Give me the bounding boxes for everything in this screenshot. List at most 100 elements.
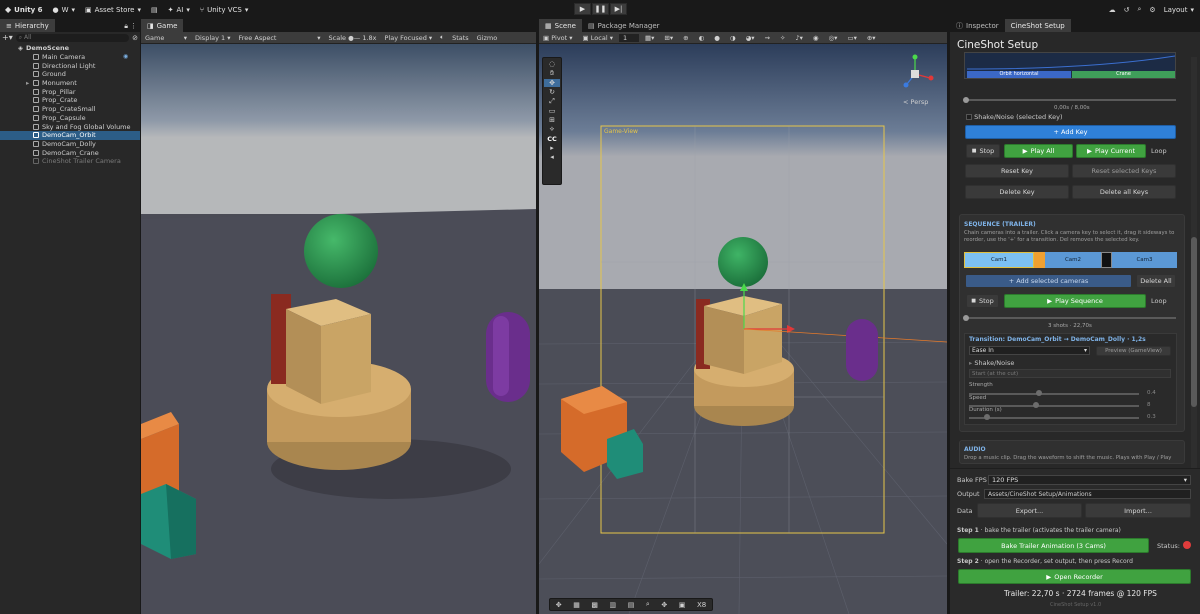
transition-key[interactable]	[1101, 252, 1112, 268]
cloud-icon[interactable]: ☁	[1109, 6, 1116, 14]
display-dropdown[interactable]: Display 1 ▾	[191, 34, 235, 42]
pivot-dropdown[interactable]: ▣ Pivot ▾	[539, 34, 577, 42]
play-button[interactable]: ▶	[574, 3, 591, 15]
list-item[interactable]: Ground	[0, 70, 140, 79]
scrollbar-thumb[interactable]	[1191, 237, 1197, 407]
lighting-icon[interactable]: ✧	[776, 34, 789, 42]
overlay-grid-icon[interactable]: ▦	[573, 601, 580, 609]
grid-snap-field[interactable]: 1	[618, 33, 639, 42]
local-dropdown[interactable]: ▣ Local ▾	[579, 34, 617, 42]
vcs-menu[interactable]: ⑂ Unity VCS ▾	[195, 0, 253, 19]
scene-root[interactable]: ◈ DemoScene	[0, 44, 140, 53]
list-item[interactable]: Sky and Fog Global Volume	[0, 122, 140, 131]
cam-key[interactable]: Cam1	[964, 252, 1034, 268]
next-icon[interactable]: ▸	[550, 144, 554, 152]
tab-package-manager[interactable]: ▤ Package Manager	[582, 19, 666, 32]
transition-key[interactable]	[1034, 252, 1045, 268]
duration-value[interactable]: 0.3	[1147, 414, 1156, 420]
cam-key[interactable]: Cam2	[1045, 252, 1101, 268]
export-button[interactable]: Export...	[977, 503, 1082, 518]
overlay-frame-icon[interactable]: ▣	[679, 601, 686, 609]
cc-toggle[interactable]: CC	[547, 135, 557, 143]
filter-icon[interactable]: ⊘	[132, 34, 138, 42]
shading-lit-icon[interactable]: ◑	[726, 34, 740, 42]
stop-button[interactable]: ■ Stop	[966, 144, 1000, 158]
timeline-segment-orbit[interactable]: Orbit horizontal	[967, 71, 1071, 78]
duration-knob[interactable]	[984, 414, 990, 420]
output-field[interactable]: Assets/CineShot Setup/Animations	[984, 489, 1191, 499]
persp-label[interactable]: < Persp	[903, 98, 928, 106]
camera-icon[interactable]: ▭▾	[843, 34, 860, 42]
tab-scene[interactable]: ▦ Scene	[539, 19, 582, 32]
more-icon[interactable]: ⋮	[130, 22, 137, 30]
sequence-stop-button[interactable]: ■ Stop	[966, 294, 999, 308]
lock-icon[interactable]: 🔒︎	[124, 22, 128, 31]
layout-menu[interactable]: Layout ▾	[1164, 0, 1194, 19]
list-item[interactable]: Directional Light	[0, 61, 140, 70]
settings-icon[interactable]: ⚙	[1149, 6, 1155, 14]
reset-selected-keys-button[interactable]: Reset selected Keys	[1072, 164, 1176, 178]
view-tool-icon[interactable]: ◌	[549, 60, 555, 68]
tab-cineshot[interactable]: CineShot Setup	[1004, 19, 1071, 32]
shading-solid-icon[interactable]: ●	[710, 34, 724, 42]
prev-icon[interactable]: ◂	[550, 153, 554, 161]
scale-tool-icon[interactable]: ⤢	[549, 97, 555, 106]
import-button[interactable]: Import...	[1085, 503, 1191, 518]
play-all-button[interactable]: ▶ Play All	[1004, 144, 1073, 158]
grid-icon[interactable]: ▦▾	[641, 34, 658, 42]
reset-key-button[interactable]: Reset Key	[965, 164, 1069, 178]
delete-key-button[interactable]: Delete Key	[965, 185, 1069, 199]
aspect-dropdown[interactable]: Free Aspect ▾	[235, 34, 325, 42]
list-item[interactable]: Prop_Crate	[0, 96, 140, 105]
stats-button[interactable]: Stats	[448, 34, 473, 42]
view-options-icon[interactable]: ⊕	[679, 34, 692, 42]
list-item-selected[interactable]: DemoCam_Orbit	[0, 130, 140, 140]
2d-toggle-icon[interactable]: ⇝	[761, 34, 774, 42]
game-mode-dropdown[interactable]: Game ▾	[141, 34, 191, 42]
visibility-icon[interactable]: ◉	[123, 53, 128, 60]
move-tool-icon[interactable]: ✥	[544, 79, 560, 87]
timeline-segment-crane[interactable]: Crane	[1072, 71, 1175, 78]
timeline-scrubber[interactable]	[963, 97, 1176, 103]
history-icon[interactable]: ↺	[1124, 6, 1130, 14]
ai-menu[interactable]: ✦ AI ▾	[163, 0, 195, 19]
search-icon[interactable]: ⌕	[1137, 5, 1141, 14]
tab-game[interactable]: ◨ Game	[141, 19, 184, 32]
add-selected-cameras-button[interactable]: + Add selected cameras	[965, 274, 1132, 288]
step-button[interactable]: ▶|	[610, 3, 627, 15]
sequence-scrubber[interactable]	[963, 315, 1176, 321]
pause-button[interactable]: ❚❚	[592, 3, 609, 15]
shading-wire-icon[interactable]: ◐	[695, 34, 709, 42]
tab-hierarchy[interactable]: ≡ Hierarchy	[0, 19, 55, 32]
list-item[interactable]: DemoCam_Crane	[0, 148, 140, 157]
custom-tool-icon[interactable]: ⟡	[550, 125, 555, 134]
gizmos-button[interactable]: Gizmo	[473, 34, 502, 42]
rotate-tool-icon[interactable]: ↻	[549, 88, 555, 96]
play-mode-dropdown[interactable]: Play Focused ▾	[381, 34, 437, 42]
scene-viewport[interactable]	[539, 44, 947, 614]
account-menu[interactable]: ● W ▾	[47, 0, 80, 19]
audio-icon[interactable]: ♪▾	[791, 34, 806, 42]
list-item[interactable]: Main Camera	[0, 53, 140, 62]
scale-slider[interactable]: Scale ●— 1.8x	[325, 34, 381, 42]
bake-fps-dropdown[interactable]: 120 FPS ▾	[988, 475, 1191, 485]
game-viewport[interactable]	[141, 44, 536, 614]
inspector-scrollbar[interactable]	[1191, 57, 1197, 487]
sequence-loop-toggle[interactable]: Loop	[1151, 297, 1167, 305]
list-item[interactable]: ▸ Monument	[0, 79, 140, 88]
strength-knob[interactable]	[1036, 390, 1042, 396]
overlay-image-icon[interactable]: ▤	[628, 601, 635, 609]
overlay-zoom-icon[interactable]: ⌕	[646, 600, 650, 609]
list-item[interactable]: DemoCam_Dolly	[0, 140, 140, 149]
hierarchy-search-input[interactable]: ⌕ All	[15, 33, 130, 42]
preview-gameview-button[interactable]: Preview (GameView)	[1096, 346, 1171, 356]
list-item[interactable]: Prop_Pillar	[0, 87, 140, 96]
draw-mode-icon[interactable]: ◕▾	[742, 34, 759, 42]
add-key-button[interactable]: + Add Key	[965, 125, 1176, 139]
effects-icon[interactable]: ◉	[809, 34, 823, 42]
package-button[interactable]: ▤	[146, 0, 163, 19]
play-sequence-button[interactable]: ▶ Play Sequence	[1004, 294, 1146, 308]
overlay-pan-icon[interactable]: ✥	[661, 601, 667, 609]
speed-knob[interactable]	[1033, 402, 1039, 408]
list-item[interactable]: Prop_CrateSmall	[0, 105, 140, 114]
